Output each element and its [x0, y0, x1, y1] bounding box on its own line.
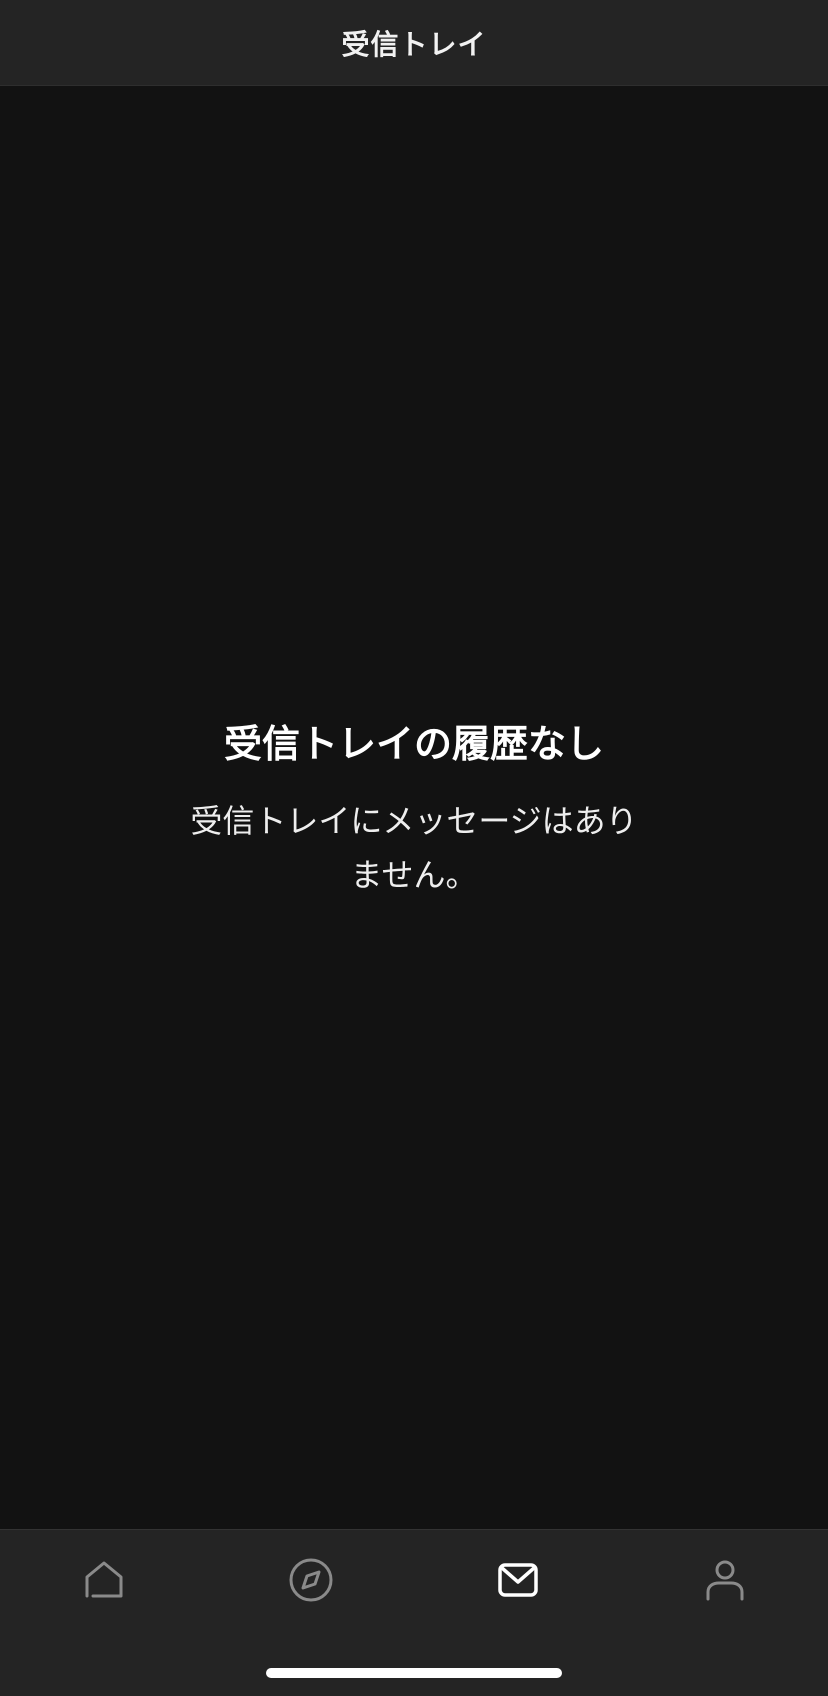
inbox-screen: 受信トレイ 受信トレイの履歴なし 受信トレイにメッセージはありません。: [0, 0, 828, 1696]
home-indicator[interactable]: [266, 1668, 562, 1678]
page-title: 受信トレイ: [341, 27, 487, 61]
person-icon: [705, 1559, 745, 1601]
empty-state-message: 受信トレイにメッセージはありません。: [190, 802, 638, 894]
home-icon: [84, 1560, 124, 1600]
empty-state: 受信トレイの履歴なし 受信トレイにメッセージはありません。: [0, 714, 828, 902]
tab-home[interactable]: [0, 1550, 207, 1610]
tab-explore[interactable]: [207, 1550, 414, 1610]
tab-inbox[interactable]: [414, 1550, 621, 1610]
mail-icon: [497, 1563, 538, 1597]
tab-profile[interactable]: [621, 1550, 828, 1610]
top-navigation-bar: 受信トレイ: [0, 0, 828, 86]
compass-icon: [288, 1557, 334, 1603]
empty-state-title: 受信トレイの履歴なし: [223, 722, 604, 766]
